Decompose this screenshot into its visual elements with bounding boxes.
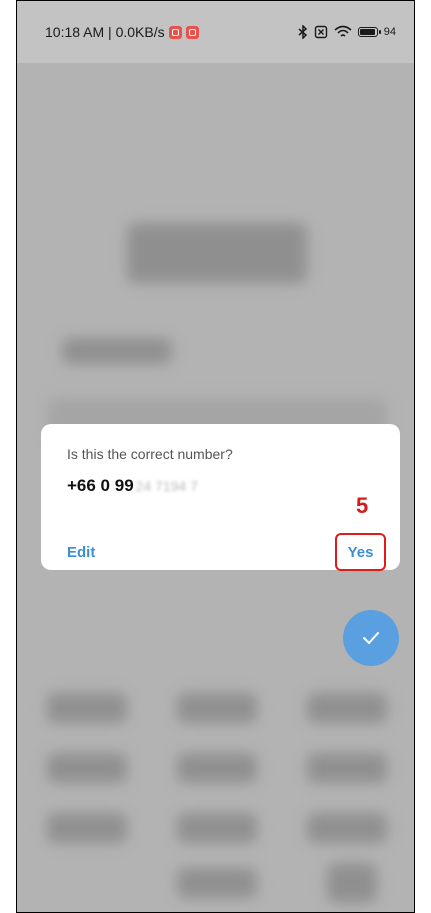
no-sim-icon [314,25,327,39]
battery-level: 94 [383,26,396,38]
bluetooth-icon [298,25,307,39]
yes-button[interactable]: Yes [348,544,374,561]
phone-screen: 10:18 AM | 0.0KB/s 94 Is this the correc… [16,0,415,913]
dialog-question: Is this the correct number? [67,446,233,462]
check-icon [363,632,379,644]
status-right: 94 [298,25,396,39]
confirm-number-dialog: Is this the correct number? +66 0 99 24 … [41,424,400,571]
notification-icon [168,25,182,39]
wifi-icon [334,25,352,37]
battery-icon [357,27,381,37]
notification-icon [185,25,199,39]
phone-number-masked: 24 7194 7 [135,478,198,494]
status-bar: 10:18 AM | 0.0KB/s 94 [17,1,414,63]
phone-number: +66 0 99 24 7194 7 [67,476,374,496]
phone-number-prefix: +66 0 99 [67,476,134,495]
dialog-actions: Edit Yes [67,533,386,571]
confirm-fab-button[interactable] [343,610,399,666]
status-time: 10:18 AM | 0.0KB/s [45,24,165,40]
status-left: 10:18 AM | 0.0KB/s [45,24,199,40]
yes-highlight-box: Yes [335,533,386,571]
annotation-step-number: 5 [356,493,369,518]
edit-button[interactable]: Edit [67,544,95,561]
